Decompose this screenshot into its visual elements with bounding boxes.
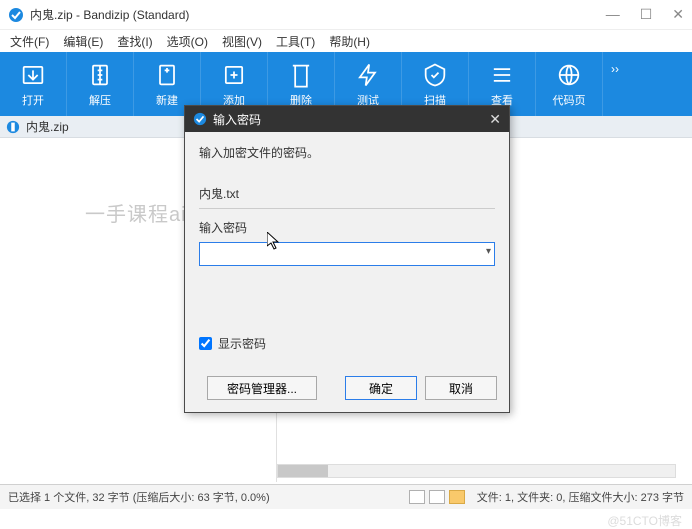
show-password-checkbox[interactable] (199, 337, 212, 350)
dialog-close-button[interactable]: ✕ (489, 111, 501, 128)
dialog-app-icon (193, 112, 207, 126)
status-view-icons (409, 490, 465, 504)
toolbar-extract[interactable]: 解压 (67, 52, 134, 116)
add-icon (220, 61, 248, 89)
menu-view[interactable]: 视图(V) (222, 33, 262, 50)
extract-icon (86, 61, 114, 89)
test-icon (354, 61, 382, 89)
show-password-label: 显示密码 (218, 335, 266, 352)
dialog-title: 输入密码 (213, 111, 261, 128)
view-mode-1[interactable] (409, 490, 425, 504)
toolbar-codepage[interactable]: 代码页 (536, 52, 603, 116)
close-button[interactable]: ✕ (672, 6, 684, 23)
archive-filename: 内鬼.zip (26, 118, 69, 135)
delete-icon (287, 61, 315, 89)
password-input[interactable] (199, 242, 495, 266)
view-mode-3[interactable] (449, 490, 465, 504)
toolbar-open-label: 打开 (22, 92, 44, 108)
menu-edit[interactable]: 编辑(E) (63, 33, 103, 50)
codepage-icon (555, 61, 583, 89)
cancel-button[interactable]: 取消 (425, 376, 497, 400)
app-icon (8, 7, 24, 23)
dialog-titlebar: 输入密码 ✕ (185, 106, 509, 132)
toolbar-codepage-label: 代码页 (553, 92, 586, 108)
window-title: 内鬼.zip - Bandizip (Standard) (30, 6, 189, 23)
new-icon (153, 61, 181, 89)
status-selection: 已选择 1 个文件, 32 字节 (压缩后大小: 63 字节, 0.0%) (8, 489, 409, 505)
password-dropdown-icon[interactable]: ▾ (486, 246, 491, 257)
toolbar-extract-label: 解压 (89, 92, 111, 108)
status-bar: 已选择 1 个文件, 32 字节 (压缩后大小: 63 字节, 0.0%) 文件… (0, 484, 692, 509)
minimize-button[interactable]: — (606, 6, 620, 23)
password-label: 输入密码 (199, 219, 495, 236)
menu-bar: 文件(F) 编辑(E) 查找(I) 选项(O) 视图(V) 工具(T) 帮助(H… (0, 30, 692, 52)
dialog-divider (199, 208, 495, 209)
dialog-filename: 内鬼.txt (199, 185, 495, 202)
menu-options[interactable]: 选项(O) (167, 33, 208, 50)
toolbar-open[interactable]: 打开 (0, 52, 67, 116)
maximize-button[interactable]: ☐ (640, 6, 653, 23)
horizontal-scrollbar[interactable] (277, 464, 676, 478)
password-dialog: 输入密码 ✕ 输入加密文件的密码。 内鬼.txt 输入密码 ▾ 显示密码 密码管… (184, 105, 510, 413)
menu-tools[interactable]: 工具(T) (276, 33, 315, 50)
toolbar-new-label: 新建 (156, 92, 178, 108)
view-icon (488, 61, 516, 89)
zip-icon (6, 120, 20, 134)
scan-icon (421, 61, 449, 89)
status-summary: 文件: 1, 文件夹: 0, 压缩文件大小: 273 字节 (477, 489, 684, 505)
toolbar-more[interactable]: ›› (603, 52, 627, 116)
ok-button[interactable]: 确定 (345, 376, 417, 400)
corner-watermark: @51CTO博客 (607, 512, 682, 529)
window-titlebar: 内鬼.zip - Bandizip (Standard) — ☐ ✕ (0, 0, 692, 30)
menu-file[interactable]: 文件(F) (10, 33, 49, 50)
menu-help[interactable]: 帮助(H) (329, 33, 370, 50)
view-mode-2[interactable] (429, 490, 445, 504)
open-icon (19, 61, 47, 89)
password-manager-button[interactable]: 密码管理器... (207, 376, 317, 400)
menu-find[interactable]: 查找(I) (117, 33, 152, 50)
dialog-message: 输入加密文件的密码。 (199, 144, 495, 161)
